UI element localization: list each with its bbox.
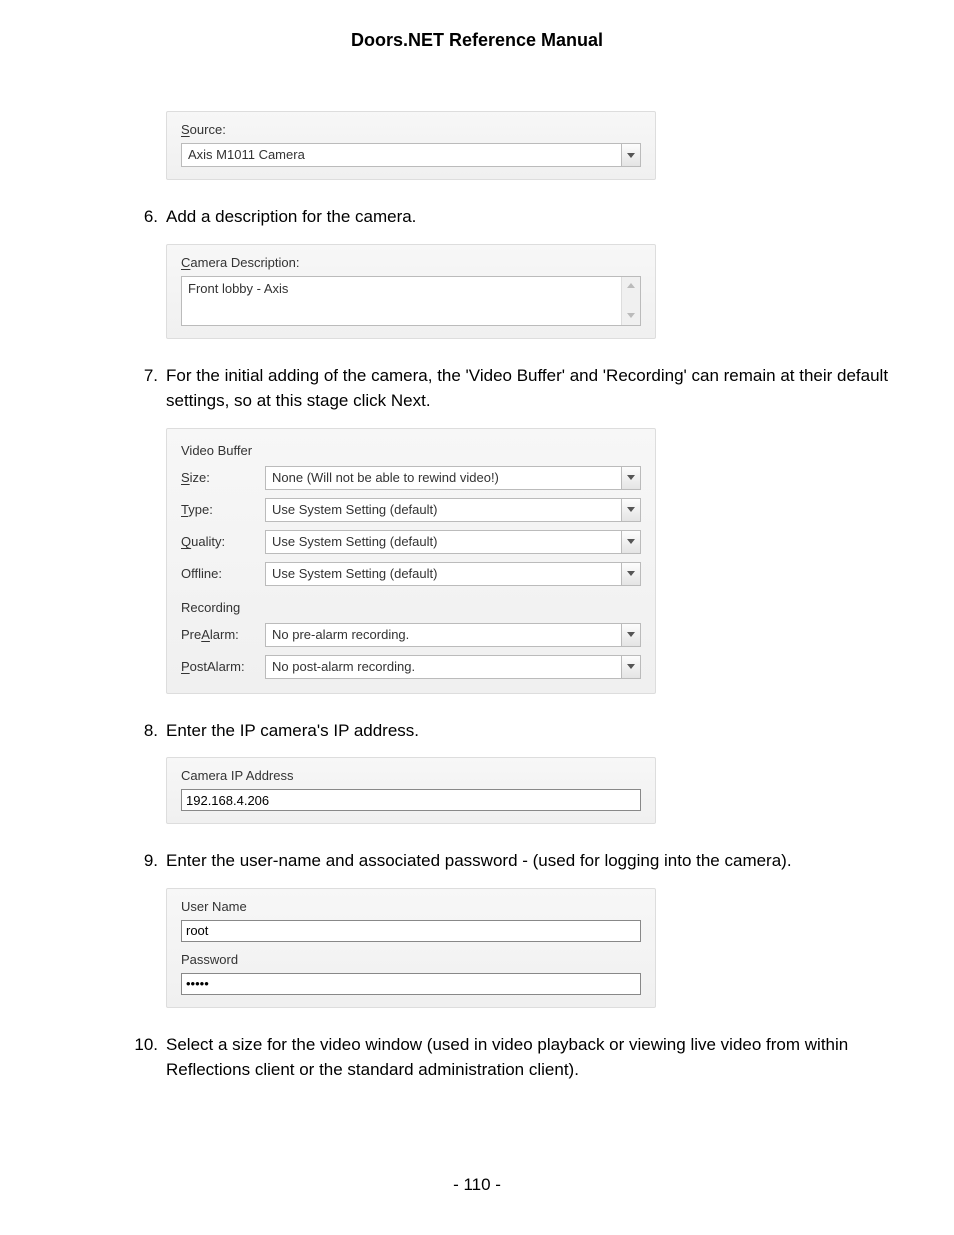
row-postalarm: PostAlarm: No post-alarm recording.: [181, 655, 641, 679]
offline-combobox[interactable]: Use System Setting (default): [265, 562, 641, 586]
scroll-down-icon[interactable]: [622, 307, 640, 325]
step-text: Select a size for the video window (used…: [166, 1032, 894, 1083]
password-input[interactable]: [181, 973, 641, 995]
step-text: Enter the user-name and associated passw…: [166, 848, 894, 874]
credentials-panel: User Name Password: [166, 888, 656, 1008]
row-size: Size: None (Will not be able to rewind v…: [181, 466, 641, 490]
chevron-down-icon[interactable]: [621, 144, 640, 166]
step-7: 7. For the initial adding of the camera,…: [124, 363, 894, 414]
camera-ip-panel: Camera IP Address: [166, 757, 656, 824]
step-text: For the initial adding of the camera, th…: [166, 363, 894, 414]
page-number: - 110 -: [0, 1175, 954, 1195]
chevron-down-icon[interactable]: [621, 656, 640, 678]
row-prealarm: PreAlarm: No pre-alarm recording.: [181, 623, 641, 647]
step-number: 8.: [124, 718, 158, 744]
step-number: 6.: [124, 204, 158, 230]
chevron-down-icon[interactable]: [621, 499, 640, 521]
group-title-video-buffer: Video Buffer: [181, 443, 641, 458]
postalarm-label: PostAlarm:: [181, 659, 265, 674]
camera-description-value: Front lobby - Axis: [182, 277, 621, 325]
group-title-recording: Recording: [181, 600, 641, 615]
scrollbar[interactable]: [621, 277, 640, 325]
page-title: Doors.NET Reference Manual: [60, 30, 894, 51]
offline-label: Offline:: [181, 566, 265, 581]
row-offline: Offline: Use System Setting (default): [181, 562, 641, 586]
type-combobox[interactable]: Use System Setting (default): [265, 498, 641, 522]
row-type: Type: Use System Setting (default): [181, 498, 641, 522]
video-buffer-panel: Video Buffer Size: None (Will not be abl…: [166, 428, 656, 694]
camera-ip-label: Camera IP Address: [181, 768, 641, 783]
step-number: 9.: [124, 848, 158, 874]
quality-label: Quality:: [181, 534, 265, 549]
scroll-up-icon[interactable]: [622, 277, 640, 295]
size-combobox[interactable]: None (Will not be able to rewind video!): [265, 466, 641, 490]
type-label: Type:: [181, 502, 265, 517]
camera-description-textarea[interactable]: Front lobby - Axis: [181, 276, 641, 326]
source-combobox[interactable]: Axis M1011 Camera: [181, 143, 641, 167]
postalarm-combobox[interactable]: No post-alarm recording.: [265, 655, 641, 679]
size-label: Size:: [181, 470, 265, 485]
row-quality: Quality: Use System Setting (default): [181, 530, 641, 554]
source-label: Source:: [181, 122, 641, 137]
step-9: 9. Enter the user-name and associated pa…: [124, 848, 894, 874]
prealarm-combobox[interactable]: No pre-alarm recording.: [265, 623, 641, 647]
chevron-down-icon[interactable]: [621, 467, 640, 489]
step-number: 10.: [124, 1032, 158, 1083]
quality-combobox[interactable]: Use System Setting (default): [265, 530, 641, 554]
document-page: Doors.NET Reference Manual Source: Axis …: [0, 0, 954, 1235]
username-input[interactable]: [181, 920, 641, 942]
password-label: Password: [181, 952, 641, 967]
camera-ip-input[interactable]: [181, 789, 641, 811]
source-panel: Source: Axis M1011 Camera: [166, 111, 656, 180]
step-8: 8. Enter the IP camera's IP address.: [124, 718, 894, 744]
camera-description-panel: Camera Description: Front lobby - Axis: [166, 244, 656, 339]
step-text: Add a description for the camera.: [166, 204, 894, 230]
step-6: 6. Add a description for the camera.: [124, 204, 894, 230]
step-10: 10. Select a size for the video window (…: [124, 1032, 894, 1083]
step-number: 7.: [124, 363, 158, 414]
prealarm-label: PreAlarm:: [181, 627, 265, 642]
source-combobox-value: Axis M1011 Camera: [182, 144, 621, 166]
chevron-down-icon[interactable]: [621, 563, 640, 585]
step-text: Enter the IP camera's IP address.: [166, 718, 894, 744]
username-label: User Name: [181, 899, 641, 914]
chevron-down-icon[interactable]: [621, 531, 640, 553]
chevron-down-icon[interactable]: [621, 624, 640, 646]
camera-description-label: Camera Description:: [181, 255, 641, 270]
